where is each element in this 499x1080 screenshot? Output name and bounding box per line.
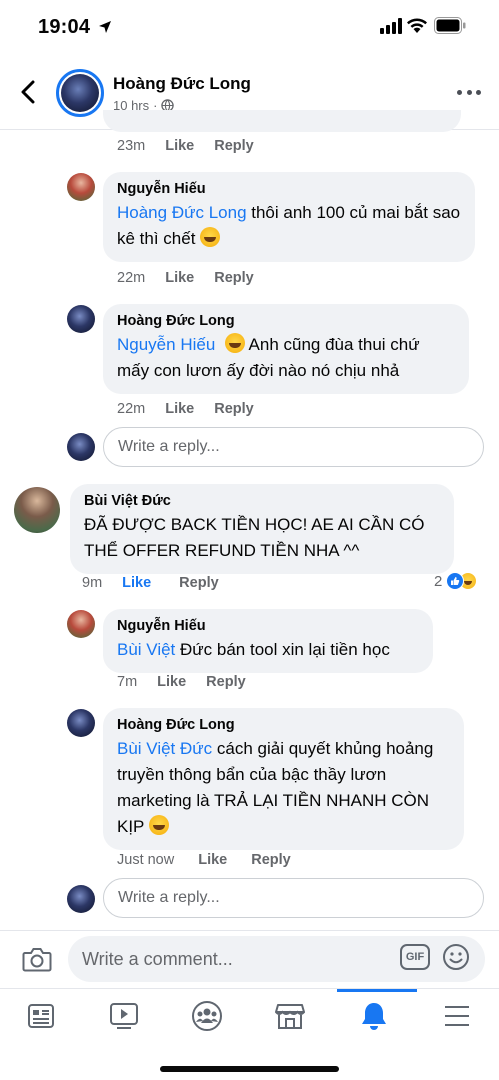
comment-time: 9m [82, 575, 103, 591]
like-button[interactable]: Like [157, 674, 186, 690]
tab-watch[interactable] [107, 999, 141, 1033]
comment-thread: 23m Like Reply Nguyễn Hiếu Hoàng Đức Lon… [0, 110, 499, 930]
avatar[interactable] [67, 305, 95, 333]
gif-button[interactable]: GIF [400, 944, 430, 970]
previous-comment-bubble [103, 110, 461, 132]
comment-text: Nguyễn Hiếu Anh cũng đùa thui chứ mấy co… [117, 333, 420, 380]
rofl-emoji-icon [200, 227, 221, 247]
reply-input[interactable]: Write a reply... [103, 427, 484, 467]
comment-time: 22m [117, 401, 146, 417]
like-button[interactable]: Like [165, 270, 194, 286]
status-bar: 19:04 [0, 0, 499, 56]
comment-actions: 7m Like Reply [117, 674, 246, 690]
home-indicator [160, 1066, 339, 1072]
signal-icon [380, 18, 402, 34]
comment-time: 23m [117, 138, 146, 154]
battery-icon [434, 17, 466, 34]
tab-marketplace[interactable] [273, 999, 307, 1033]
reply-button[interactable]: Reply [251, 852, 291, 868]
tab-notifications[interactable] [357, 999, 391, 1033]
reply-button[interactable]: Reply [214, 401, 254, 417]
rofl-emoji-icon [224, 333, 245, 353]
comment-time: Just now [117, 852, 175, 868]
bell-icon [362, 1003, 386, 1030]
reply-bubble: Hoàng Đức Long Nguyễn Hiếu Anh cũng đùa … [103, 304, 469, 394]
reply-bubble: Nguyễn Hiếu Bùi Việt Đức bán tool xin lạ… [103, 609, 433, 673]
avatar[interactable] [67, 709, 95, 737]
camera-icon[interactable] [22, 945, 52, 973]
comment-author[interactable]: Nguyễn Hiếu [117, 617, 419, 635]
comment-actions: 9m Like Reply [82, 575, 219, 591]
menu-icon [445, 1006, 469, 1026]
avatar[interactable] [67, 173, 95, 201]
marketplace-icon [275, 1004, 305, 1029]
comment-actions: 23m Like Reply [117, 138, 254, 154]
like-button[interactable]: Like [198, 852, 227, 868]
back-button[interactable] [14, 76, 42, 108]
comment-time: 22m [117, 270, 146, 286]
mention-link[interactable]: Bùi Việt Đức [117, 739, 212, 758]
bottom-tab-bar [0, 988, 499, 1044]
comment-text: ĐÃ ĐƯỢC BACK TIỀN HỌC! AE AI CẦN CÓ THỂ … [84, 515, 425, 560]
comment-actions: 22m Like Reply [117, 270, 254, 286]
comment-bubble: Bùi Việt Đức ĐÃ ĐƯỢC BACK TIỀN HỌC! AE A… [70, 484, 454, 574]
comment-actions: 22m Like Reply [117, 401, 254, 417]
avatar [67, 885, 95, 913]
comment-author[interactable]: Hoàng Đức Long [117, 716, 450, 734]
mention-link[interactable]: Hoàng Đức Long [117, 203, 247, 222]
wifi-icon [407, 18, 427, 33]
reply-button[interactable]: Reply [214, 138, 254, 154]
location-arrow-icon [99, 21, 111, 33]
more-options-button[interactable] [457, 82, 481, 102]
watch-video-icon [110, 1003, 138, 1029]
reply-button[interactable]: Reply [179, 575, 219, 591]
like-button[interactable]: Like [165, 138, 194, 154]
rofl-emoji-icon [148, 815, 169, 835]
like-button[interactable]: Like [122, 575, 151, 591]
like-button[interactable]: Like [165, 401, 194, 417]
mention-link[interactable]: Nguyễn Hiếu [117, 335, 215, 354]
comment-actions: Just now Like Reply [117, 852, 291, 868]
avatar [67, 433, 95, 461]
author-avatar[interactable] [56, 69, 104, 117]
comment-author[interactable]: Nguyễn Hiếu [117, 180, 461, 198]
comment-author[interactable]: Hoàng Đức Long [117, 312, 455, 330]
tab-menu[interactable] [440, 999, 474, 1033]
mention-link[interactable]: Bùi Việt [117, 640, 175, 659]
comment-text: Hoàng Đức Long thôi anh 100 củ mai bắt s… [117, 203, 461, 248]
groups-icon [192, 1001, 222, 1031]
comment-text: Bùi Việt Đức bán tool xin lại tiền học [117, 640, 390, 659]
author-name[interactable]: Hoàng Đức Long [113, 74, 251, 94]
chevron-left-icon [21, 80, 35, 104]
emoji-icon[interactable] [442, 943, 470, 971]
tab-news-feed[interactable] [24, 999, 58, 1033]
reaction-summary[interactable]: 2 [434, 572, 478, 590]
avatar[interactable] [67, 610, 95, 638]
comment-author[interactable]: Bùi Việt Đức [84, 492, 440, 510]
tab-groups[interactable] [190, 999, 224, 1033]
reaction-count: 2 [434, 572, 443, 590]
reply-input[interactable]: Write a reply... [103, 878, 484, 918]
avatar[interactable] [14, 487, 60, 533]
active-tab-indicator [337, 989, 417, 992]
reply-bubble: Hoàng Đức Long Bùi Việt Đức cách giải qu… [103, 708, 464, 850]
reply-button[interactable]: Reply [206, 674, 246, 690]
reply-button[interactable]: Reply [214, 270, 254, 286]
news-feed-icon [28, 1004, 54, 1028]
status-time: 19:04 [38, 16, 91, 38]
comment-text: Bùi Việt Đức cách giải quyết khủng hoảng… [117, 739, 434, 836]
comment-composer: Write a comment... GIF [0, 930, 499, 988]
reply-bubble: Nguyễn Hiếu Hoàng Đức Long thôi anh 100 … [103, 172, 475, 262]
comment-time: 7m [117, 674, 138, 690]
